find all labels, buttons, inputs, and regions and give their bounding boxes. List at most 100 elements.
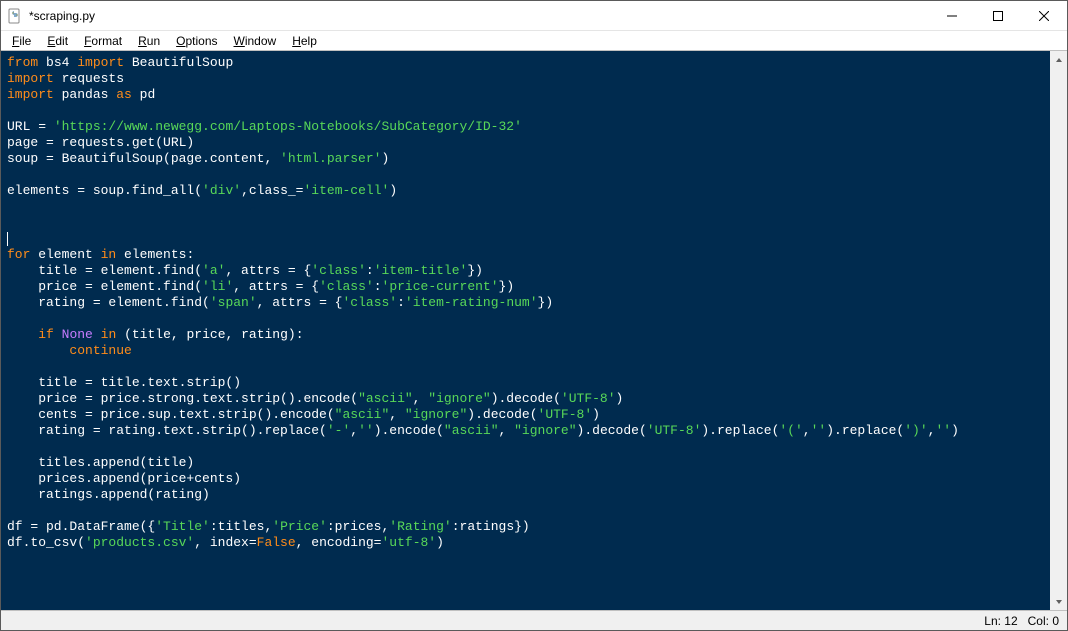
code-token: continue	[69, 343, 131, 358]
code-token: })	[538, 295, 554, 310]
status-col: Col: 0	[1028, 614, 1059, 628]
code-token: '-'	[327, 423, 350, 438]
code-token: 'UTF-8'	[538, 407, 593, 422]
code-token: ,	[803, 423, 811, 438]
window-controls	[929, 1, 1067, 30]
scroll-up-button[interactable]	[1050, 51, 1067, 68]
code-token: 'Price'	[272, 519, 327, 534]
code-token: :prices,	[327, 519, 389, 534]
text-cursor	[7, 232, 8, 246]
code-token: rating = rating.text.strip().replace(	[7, 423, 327, 438]
code-token: :	[397, 295, 405, 310]
code-token: in	[101, 247, 117, 262]
code-token: title = title.text.strip()	[7, 375, 241, 390]
code-token: import	[77, 55, 124, 70]
scroll-down-button[interactable]	[1050, 593, 1067, 610]
code-editor[interactable]: from bs4 import BeautifulSoup import req…	[1, 51, 1050, 610]
code-token: 'div'	[202, 183, 241, 198]
code-token	[7, 343, 69, 358]
code-token: )	[389, 183, 397, 198]
code-token: })	[499, 279, 515, 294]
menu-help[interactable]: Help	[285, 33, 324, 49]
vertical-scrollbar[interactable]	[1050, 51, 1067, 610]
code-token: ,	[350, 423, 358, 438]
code-token: elements:	[116, 247, 194, 262]
maximize-button[interactable]	[975, 1, 1021, 30]
code-token: 'https://www.newegg.com/Laptops-Notebook…	[54, 119, 522, 134]
code-token: "ascii"	[358, 391, 413, 406]
code-token: in	[101, 327, 117, 342]
code-token: titles.append(title)	[7, 455, 194, 470]
code-token: , attrs = {	[225, 263, 311, 278]
code-token: from	[7, 55, 38, 70]
code-token: '('	[779, 423, 802, 438]
menu-format[interactable]: Format	[77, 33, 129, 49]
code-token: 'class'	[319, 279, 374, 294]
code-token: 'li'	[202, 279, 233, 294]
code-token: )	[616, 391, 624, 406]
code-token: )	[592, 407, 600, 422]
code-token: (title, price, rating):	[116, 327, 303, 342]
code-token: )	[381, 151, 389, 166]
code-token: ,	[389, 407, 405, 422]
python-file-icon	[7, 8, 23, 24]
minimize-button[interactable]	[929, 1, 975, 30]
code-token: 'UTF-8'	[561, 391, 616, 406]
code-token: requests	[54, 71, 124, 86]
code-token: 'class'	[342, 295, 397, 310]
title-bar[interactable]: *scraping.py	[1, 1, 1067, 31]
code-token: ,	[413, 391, 429, 406]
code-token: , encoding=	[296, 535, 382, 550]
code-token: URL =	[7, 119, 54, 134]
code-token: 'Title'	[155, 519, 210, 534]
code-token: :	[366, 263, 374, 278]
code-token: ratings.append(rating)	[7, 487, 210, 502]
window-title: *scraping.py	[29, 9, 95, 23]
code-token: :ratings})	[452, 519, 530, 534]
code-token: 'Rating'	[389, 519, 451, 534]
code-token: ,	[499, 423, 515, 438]
code-token: prices.append(price+cents)	[7, 471, 241, 486]
code-token: 'utf-8'	[382, 535, 437, 550]
close-button[interactable]	[1021, 1, 1067, 30]
code-token: ')'	[904, 423, 927, 438]
code-token: 'a'	[202, 263, 225, 278]
code-token: bs4	[38, 55, 77, 70]
menu-file[interactable]: File	[5, 33, 38, 49]
menu-options[interactable]: Options	[169, 33, 224, 49]
code-token: ).decode(	[577, 423, 647, 438]
code-token: ''	[935, 423, 951, 438]
code-token: None	[62, 327, 93, 342]
code-token: )	[951, 423, 959, 438]
code-token: title = element.find(	[7, 263, 202, 278]
code-token: price = element.find(	[7, 279, 202, 294]
code-token: ''	[358, 423, 374, 438]
code-token: )	[436, 535, 444, 550]
code-token: "ignore"	[514, 423, 576, 438]
code-token: False	[257, 535, 296, 550]
code-token: ,class_=	[241, 183, 303, 198]
code-token: :titles,	[210, 519, 272, 534]
status-bar: Ln: 12 Col: 0	[1, 610, 1067, 630]
menu-edit[interactable]: Edit	[40, 33, 75, 49]
code-token: "ascii"	[444, 423, 499, 438]
code-token: 'class'	[311, 263, 366, 278]
code-token: import	[7, 87, 54, 102]
code-token: 'item-cell'	[303, 183, 389, 198]
code-token: df.to_csv(	[7, 535, 85, 550]
menu-run[interactable]: Run	[131, 33, 167, 49]
code-token	[93, 327, 101, 342]
code-token: "ignore"	[405, 407, 467, 422]
code-token: 'UTF-8'	[647, 423, 702, 438]
menu-bar: File Edit Format Run Options Window Help	[1, 31, 1067, 51]
code-token: pandas	[54, 87, 116, 102]
editor-area: from bs4 import BeautifulSoup import req…	[1, 51, 1067, 610]
code-token: 'products.csv'	[85, 535, 194, 550]
code-token: ).decode(	[491, 391, 561, 406]
menu-window[interactable]: Window	[227, 33, 284, 49]
scroll-track[interactable]	[1050, 68, 1067, 593]
idle-window: *scraping.py File Edit Format Run Option…	[0, 0, 1068, 631]
code-token: ).encode(	[374, 423, 444, 438]
code-token: import	[7, 71, 54, 86]
code-token: "ascii"	[335, 407, 390, 422]
